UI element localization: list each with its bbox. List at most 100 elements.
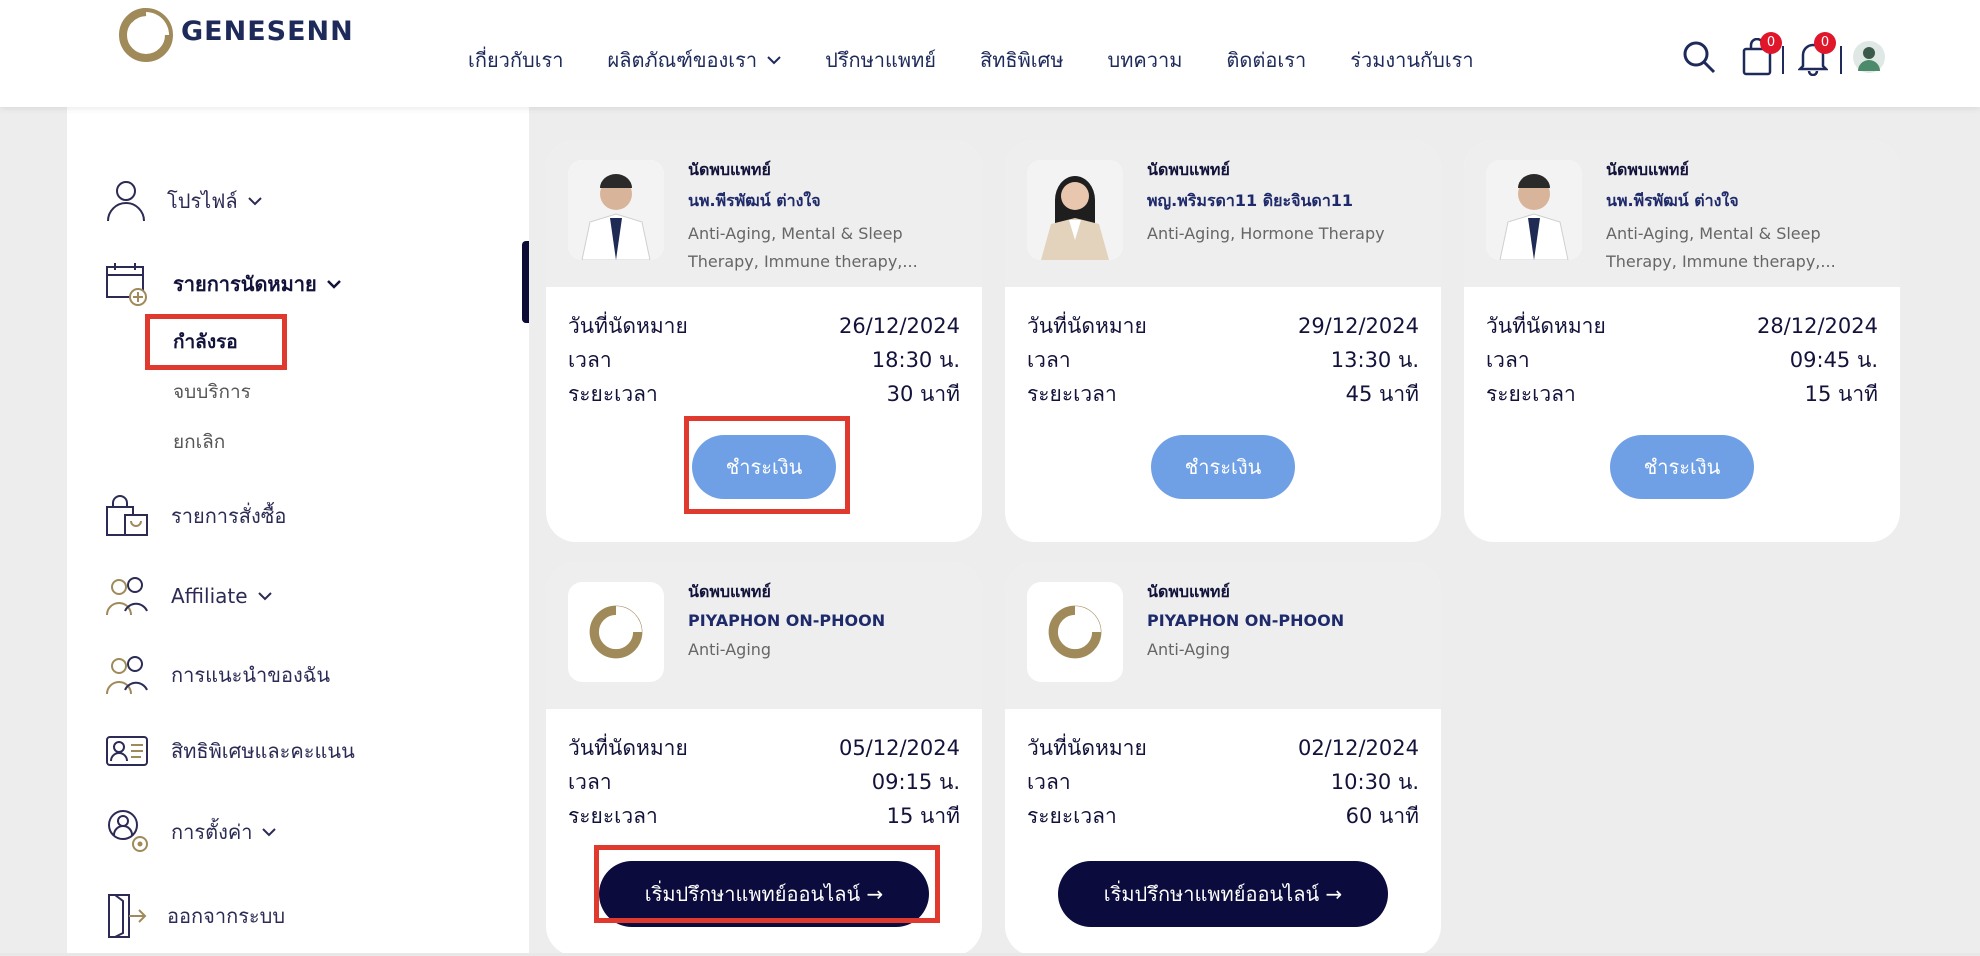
- user-avatar[interactable]: [1852, 40, 1886, 74]
- doctor-photo: [568, 582, 664, 682]
- user-icon: [107, 181, 145, 222]
- date-label: วันที่นัดหมาย: [1027, 736, 1147, 760]
- time-value: 10:30 น.: [1330, 770, 1419, 794]
- doctor-photo: [1027, 160, 1123, 260]
- chevron-down-icon: [247, 197, 262, 206]
- divider: [1782, 46, 1784, 74]
- sidebar-item-affiliate[interactable]: Affiliate: [105, 575, 272, 617]
- appointment-duration-row: ระยะเวลา 30 นาที: [568, 377, 960, 411]
- pay-button[interactable]: ชำระเงิน: [1151, 435, 1295, 499]
- genesenn-logo-icon: [589, 605, 643, 659]
- doctor-specialties: Anti-Aging, Mental & Sleep Therapy, Immu…: [1606, 224, 1836, 271]
- doctor-name: PIYAPHON ON-PHOON: [688, 611, 886, 630]
- account-sidebar: โปรไฟล์ รายการนัดหมาย กำลังรอ จบบริการ ย…: [67, 107, 529, 956]
- date-value: 28/12/2024: [1756, 314, 1878, 338]
- sidebar-item-logout[interactable]: ออกจากระบบ: [105, 893, 285, 939]
- notification-button[interactable]: 0: [1796, 32, 1836, 77]
- appointment-time-row: เวลา 18:30 น.: [568, 343, 960, 377]
- duration-label: ระยะเวลา: [1027, 804, 1117, 828]
- pay-button[interactable]: ชำระเงิน: [1610, 435, 1754, 499]
- appointment-date-row: วันที่นัดหมาย 02/12/2024: [1027, 731, 1419, 765]
- appointment-card: นัดพบแพทย์ PIYAPHON ON-PHOON Anti-Aging …: [1005, 562, 1441, 956]
- duration-value: 15 นาที: [886, 804, 960, 828]
- date-value: 26/12/2024: [838, 314, 960, 338]
- sidebar-sub-cancelled[interactable]: ยกเลิก: [173, 427, 225, 457]
- main-nav: เกี่ยวกับเรา ผลิตภัณฑ์ของเรา ปรึกษาแพทย์…: [468, 44, 1518, 76]
- sidebar-sub-completed[interactable]: จบบริการ: [173, 377, 251, 407]
- cart-button[interactable]: 0: [1742, 32, 1782, 76]
- time-value: 13:30 น.: [1330, 348, 1419, 372]
- time-label: เวลา: [568, 348, 612, 372]
- duration-label: ระยะเวลา: [568, 382, 658, 406]
- shopping-bag-icon: [106, 495, 148, 536]
- appointment-duration-row: ระยะเวลา 15 นาที: [568, 799, 960, 833]
- doctor-name: นพ.พีรพัฒน์ ต่างใจ: [1606, 191, 1739, 210]
- sidebar-item-privileges[interactable]: สิทธิพิเศษและคะแนน: [105, 733, 355, 769]
- duration-value: 60 นาที: [1345, 804, 1419, 828]
- sidebar-item-label: รายการสั่งซื้อ: [171, 504, 287, 528]
- id-card-icon: [106, 736, 148, 766]
- doctor-specialties: Anti-Aging, Hormone Therapy: [1147, 224, 1385, 243]
- cart-count-badge: 0: [1760, 32, 1782, 54]
- doctor-info: นัดพบแพทย์ นพ.พีรพัฒน์ ต่างใจ Anti-Aging…: [1464, 140, 1900, 287]
- doctor-name: นพ.พีรพัฒน์ ต่างใจ: [688, 191, 821, 210]
- sidebar-item-label: สิทธิพิเศษและคะแนน: [171, 739, 355, 763]
- doctor-info: นัดพบแพทย์ PIYAPHON ON-PHOON Anti-Aging: [546, 562, 982, 709]
- nav-articles[interactable]: บทความ: [1108, 44, 1183, 76]
- nav-consult[interactable]: ปรึกษาแพทย์: [825, 44, 936, 76]
- sidebar-item-settings[interactable]: การตั้งค่า: [105, 809, 277, 855]
- doctor-avatar-icon: [568, 160, 664, 260]
- logout-icon: [108, 894, 147, 938]
- nav-careers[interactable]: ร่วมงานกับเรา: [1350, 44, 1473, 76]
- sidebar-item-label: Affiliate: [171, 584, 248, 608]
- user-settings-icon: [108, 810, 148, 852]
- doctor-photo: [568, 160, 664, 260]
- nav-contact[interactable]: ติดต่อเรา: [1226, 44, 1306, 76]
- highlight-box: [594, 845, 940, 923]
- sidebar-item-profile[interactable]: โปรไฟล์: [105, 179, 262, 223]
- doctor-avatar-icon: [1027, 160, 1123, 260]
- appointment-date-row: วันที่นัดหมาย 29/12/2024: [1027, 309, 1419, 343]
- genesenn-logo-icon: [119, 8, 173, 62]
- appointment-type: นัดพบแพทย์: [1147, 582, 1230, 601]
- duration-label: ระยะเวลา: [1027, 382, 1117, 406]
- sidebar-item-appointments[interactable]: รายการนัดหมาย: [105, 262, 341, 306]
- appointment-type: นัดพบแพทย์: [688, 582, 771, 601]
- doctor-specialties: Anti-Aging, Mental & Sleep Therapy, Immu…: [688, 224, 918, 271]
- chevron-down-icon: [262, 828, 277, 837]
- search-icon[interactable]: [1682, 40, 1716, 74]
- date-label: วันที่นัดหมาย: [568, 314, 688, 338]
- time-value: 18:30 น.: [871, 348, 960, 372]
- active-indicator: [522, 241, 529, 323]
- date-label: วันที่นัดหมาย: [1027, 314, 1147, 338]
- nav-privileges[interactable]: สิทธิพิเศษ: [980, 44, 1064, 76]
- doctor-photo: [1027, 582, 1123, 682]
- time-value: 09:45 น.: [1789, 348, 1878, 372]
- chevron-down-icon: [257, 592, 272, 601]
- appointment-time-row: เวลา 09:15 น.: [568, 765, 960, 799]
- doctor-specialties: Anti-Aging: [1147, 640, 1231, 659]
- date-value: 05/12/2024: [838, 736, 960, 760]
- highlight-box: [684, 416, 850, 514]
- duration-value: 30 นาที: [886, 382, 960, 406]
- sidebar-item-referrals[interactable]: การแนะนำของฉัน: [105, 654, 330, 696]
- nav-products-label: ผลิตภัณฑ์ของเรา: [607, 48, 758, 72]
- appointment-type: นัดพบแพทย์: [1147, 160, 1230, 179]
- duration-label: ระยะเวลา: [1486, 382, 1576, 406]
- users-icon: [106, 577, 148, 616]
- calendar-add-icon: [106, 263, 147, 306]
- users-icon: [106, 656, 148, 695]
- nav-products[interactable]: ผลิตภัณฑ์ของเรา: [608, 44, 782, 76]
- time-label: เวลา: [1486, 348, 1530, 372]
- brand-logo[interactable]: GENESENN: [117, 6, 354, 64]
- sidebar-item-label: ออกจากระบบ: [167, 904, 286, 928]
- appointment-date-row: วันที่นัดหมาย 05/12/2024: [568, 731, 960, 765]
- time-label: เวลา: [568, 770, 612, 794]
- sidebar-item-label: รายการนัดหมาย: [173, 272, 317, 296]
- nav-about[interactable]: เกี่ยวกับเรา: [468, 44, 564, 76]
- top-navigation-bar: GENESENN เกี่ยวกับเรา ผลิตภัณฑ์ของเรา ปร…: [0, 0, 1980, 107]
- time-value: 09:15 น.: [871, 770, 960, 794]
- sidebar-item-orders[interactable]: รายการสั่งซื้อ: [105, 495, 286, 537]
- sidebar-item-label: การแนะนำของฉัน: [171, 663, 331, 687]
- start-online-consult-button[interactable]: เริ่มปรึกษาแพทย์ออนไลน์ →: [1058, 861, 1388, 927]
